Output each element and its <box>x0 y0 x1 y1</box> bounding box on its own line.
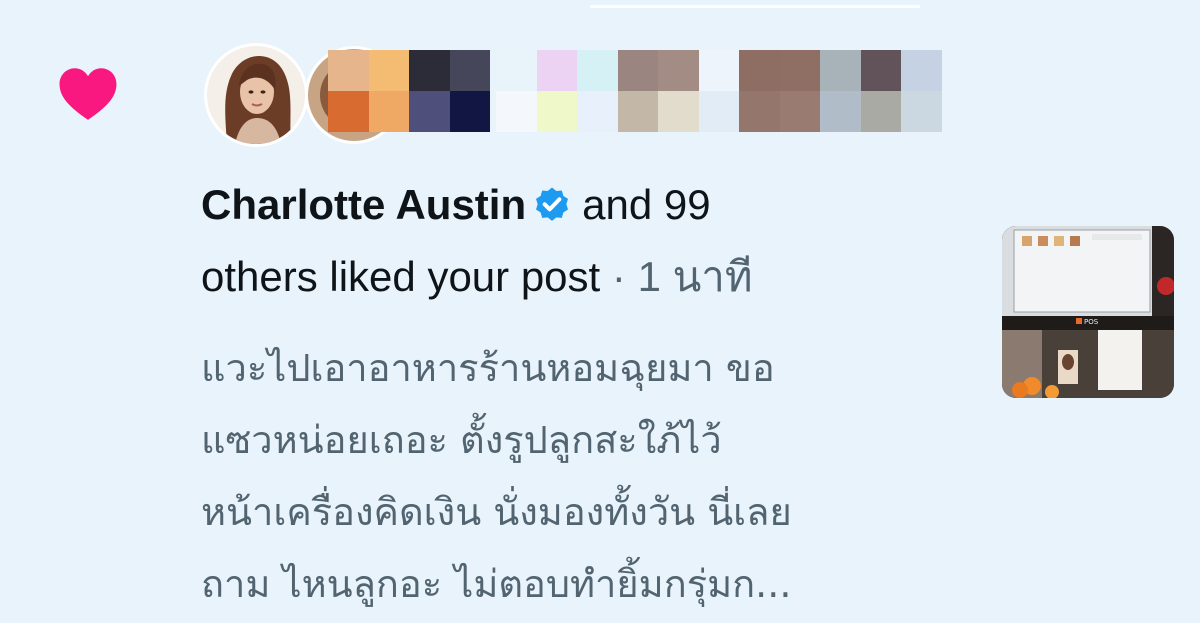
separator: · <box>611 253 626 300</box>
post-preview-text[interactable]: แวะไปเอาอาหารร้านหอมฉุยมา ขอ แซวหน่อยเถอ… <box>201 332 981 620</box>
post-line: หน้าเครื่องคิดเงิน นั่งมองทั้งวัน นี่เลย <box>201 490 792 534</box>
blurred-avatars-2 <box>496 50 942 132</box>
timestamp: 1 นาที <box>637 253 753 300</box>
notification-title: Charlotte Austin and 99 <box>201 181 901 229</box>
user-name[interactable]: Charlotte Austin <box>201 181 526 228</box>
like-count-text: and 99 <box>582 181 711 228</box>
top-divider <box>590 5 920 8</box>
post-thumbnail[interactable]: POS <box>1002 226 1174 398</box>
notification-subtitle: others liked your post · 1 นาที <box>201 253 753 301</box>
post-line: ถาม ไหนลูกอะ ไม่ตอบทำยิ้มกรุ่มก... <box>201 562 792 606</box>
pos-label: POS <box>1084 318 1099 326</box>
verified-badge-icon <box>536 187 569 221</box>
blurred-avatars-1 <box>328 50 490 132</box>
heart-icon <box>59 68 117 120</box>
post-line: แวะไปเอาอาหารร้านหอมฉุยมา ขอ <box>201 346 775 390</box>
post-line: แซวหน่อยเถอะ ตั้งรูปลูกสะใภ้ไว้ <box>201 418 722 462</box>
liker-avatar[interactable] <box>204 43 308 147</box>
action-text: others liked your post <box>201 253 601 300</box>
